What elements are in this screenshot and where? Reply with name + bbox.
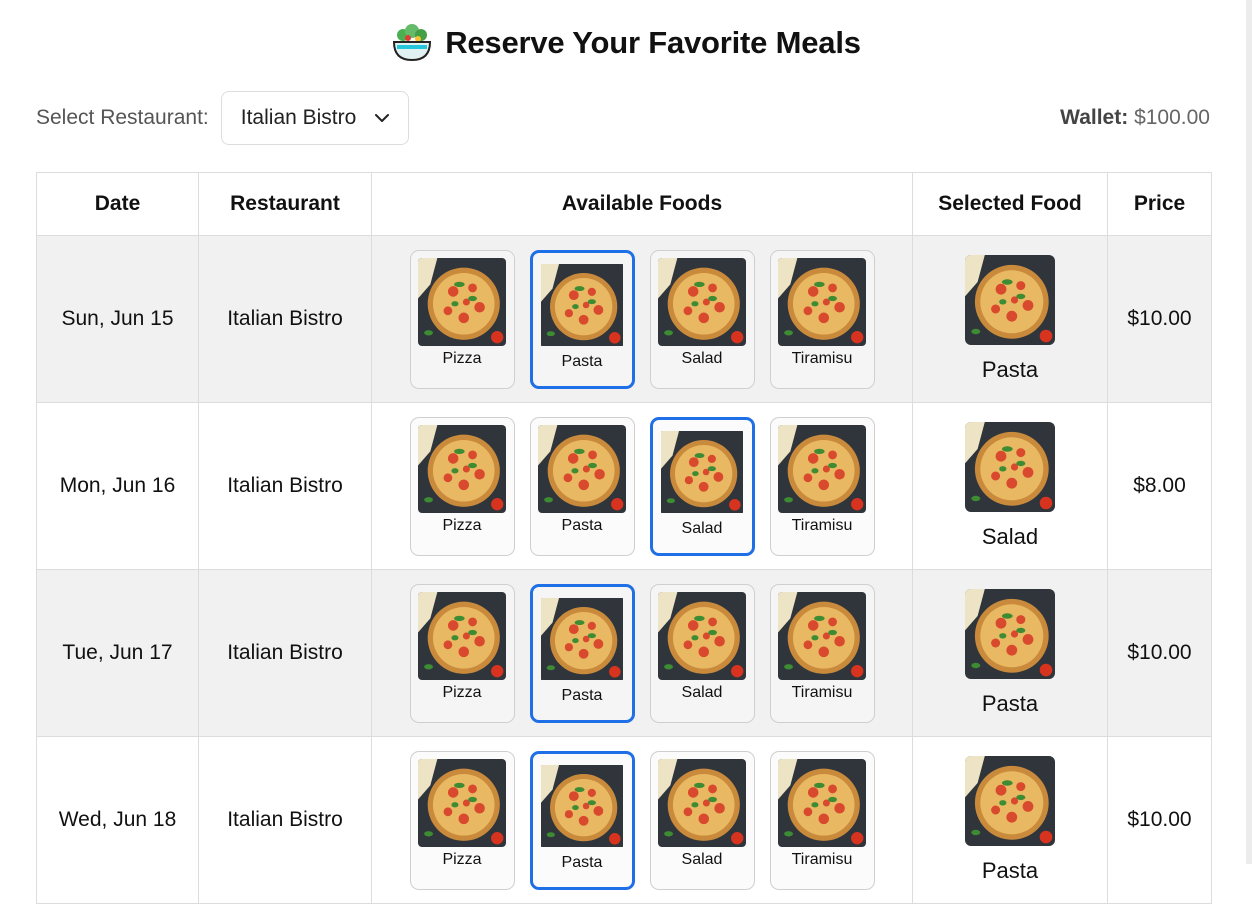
food-option-label: Pizza bbox=[442, 349, 482, 367]
food-option-label: Salad bbox=[681, 850, 723, 868]
selected-food-name: Salad bbox=[981, 524, 1039, 549]
page-header: Reserve Your Favorite Meals bbox=[0, 22, 1252, 69]
table-row: Tue, Jun 17 Italian Bistro Pizza Pasta S… bbox=[36, 569, 1212, 737]
page-title: Reserve Your Favorite Meals bbox=[445, 25, 861, 60]
food-option-tiramisu[interactable]: Tiramisu bbox=[769, 750, 875, 890]
food-option-pizza[interactable]: Pizza bbox=[409, 583, 515, 723]
food-option-pasta[interactable]: Pasta bbox=[529, 416, 635, 556]
reservations-table: Date Restaurant Available Foods Selected… bbox=[36, 172, 1212, 904]
food-option-salad[interactable]: Salad bbox=[649, 750, 755, 890]
food-option-pizza[interactable]: Pizza bbox=[409, 249, 515, 389]
restaurant-cell: Italian Bistro bbox=[198, 569, 372, 737]
selected-food-name: Pasta bbox=[981, 858, 1039, 883]
available-foods-cell: Pizza Pasta Salad Tiramisu bbox=[371, 402, 913, 570]
column-header-available-foods: Available Foods bbox=[371, 172, 913, 236]
column-header-date: Date bbox=[36, 172, 199, 236]
date-cell: Mon, Jun 16 bbox=[36, 402, 199, 570]
food-image bbox=[661, 428, 743, 516]
table-header-row: Date Restaurant Available Foods Selected… bbox=[36, 172, 1212, 236]
food-option-salad[interactable]: Salad bbox=[649, 583, 755, 723]
date-cell: Wed, Jun 18 bbox=[36, 736, 199, 904]
food-image bbox=[778, 258, 866, 346]
food-option-salad[interactable]: Salad bbox=[649, 416, 755, 556]
restaurant-cell: Italian Bistro bbox=[198, 402, 372, 570]
food-image bbox=[658, 258, 746, 346]
restaurant-select-value: Italian Bistro bbox=[240, 106, 357, 129]
food-option-salad[interactable]: Salad bbox=[649, 249, 755, 389]
food-option-label: Pasta bbox=[561, 352, 603, 370]
price-cell: $8.00 bbox=[1107, 402, 1212, 570]
food-option-label: Tiramisu bbox=[791, 516, 853, 534]
selected-food-image bbox=[965, 756, 1055, 846]
selected-food-image bbox=[965, 589, 1055, 679]
food-option-pizza[interactable]: Pizza bbox=[409, 750, 515, 890]
restaurant-cell: Italian Bistro bbox=[198, 235, 372, 403]
food-option-label: Tiramisu bbox=[791, 850, 853, 868]
food-option-label: Pasta bbox=[561, 516, 603, 534]
food-image bbox=[778, 425, 866, 513]
selected-food-cell: Salad bbox=[912, 402, 1108, 570]
restaurant-select[interactable]: Italian Bistro bbox=[220, 91, 410, 145]
food-image bbox=[538, 425, 626, 513]
food-option-pasta[interactable]: Pasta bbox=[529, 249, 635, 389]
selected-food-cell: Pasta bbox=[912, 736, 1108, 904]
price-cell: $10.00 bbox=[1107, 569, 1212, 737]
food-option-tiramisu[interactable]: Tiramisu bbox=[769, 416, 875, 556]
food-image bbox=[658, 759, 746, 847]
selected-food-image bbox=[965, 255, 1055, 345]
column-header-restaurant: Restaurant bbox=[198, 172, 372, 236]
food-option-pasta[interactable]: Pasta bbox=[529, 750, 635, 890]
available-foods-cell: Pizza Pasta Salad Tiramisu bbox=[371, 569, 913, 737]
food-option-tiramisu[interactable]: Tiramisu bbox=[769, 249, 875, 389]
price-cell: $10.00 bbox=[1107, 235, 1212, 403]
food-image bbox=[541, 595, 623, 683]
available-foods-cell: Pizza Pasta Salad Tiramisu bbox=[371, 736, 913, 904]
price-cell: $10.00 bbox=[1107, 736, 1212, 904]
controls-bar: Select Restaurant: Italian Bistro Wallet… bbox=[36, 90, 1210, 146]
scrollbar-track[interactable] bbox=[1246, 0, 1252, 864]
food-option-pasta[interactable]: Pasta bbox=[529, 583, 635, 723]
available-foods-cell: Pizza Pasta Salad Tiramisu bbox=[371, 235, 913, 403]
date-cell: Sun, Jun 15 bbox=[36, 235, 199, 403]
food-image bbox=[541, 762, 623, 850]
food-image bbox=[418, 759, 506, 847]
food-option-label: Pizza bbox=[442, 850, 482, 868]
food-option-tiramisu[interactable]: Tiramisu bbox=[769, 583, 875, 723]
wallet-value: $100.00 bbox=[1134, 106, 1210, 129]
food-option-label: Pizza bbox=[442, 516, 482, 534]
food-option-label: Pasta bbox=[561, 853, 603, 871]
table-row: Wed, Jun 18 Italian Bistro Pizza Pasta S… bbox=[36, 736, 1212, 904]
food-image bbox=[541, 261, 623, 349]
selected-food-cell: Pasta bbox=[912, 569, 1108, 737]
food-option-pizza[interactable]: Pizza bbox=[409, 416, 515, 556]
table-row: Sun, Jun 15 Italian Bistro Pizza Pasta S… bbox=[36, 235, 1212, 403]
selected-food-name: Pasta bbox=[981, 691, 1039, 716]
food-image bbox=[418, 592, 506, 680]
food-image bbox=[418, 425, 506, 513]
food-option-label: Salad bbox=[681, 519, 723, 537]
date-cell: Tue, Jun 17 bbox=[36, 569, 199, 737]
column-header-selected-food: Selected Food bbox=[912, 172, 1108, 236]
chevron-down-icon bbox=[375, 114, 390, 122]
food-option-label: Tiramisu bbox=[791, 349, 853, 367]
wallet-label: Wallet: bbox=[1060, 106, 1129, 129]
salad-bowl-icon bbox=[393, 24, 432, 62]
table-row: Mon, Jun 16 Italian Bistro Pizza Pasta S… bbox=[36, 402, 1212, 570]
food-image bbox=[778, 759, 866, 847]
column-header-price: Price bbox=[1107, 172, 1212, 236]
food-image bbox=[778, 592, 866, 680]
food-option-label: Tiramisu bbox=[791, 683, 853, 701]
selected-food-name: Pasta bbox=[981, 357, 1039, 382]
food-option-label: Salad bbox=[681, 683, 723, 701]
restaurant-cell: Italian Bistro bbox=[198, 736, 372, 904]
wallet-balance: Wallet: $100.00 bbox=[1060, 106, 1210, 130]
food-option-label: Pizza bbox=[442, 683, 482, 701]
restaurant-select-label: Select Restaurant: bbox=[36, 106, 209, 129]
food-option-label: Pasta bbox=[561, 686, 603, 704]
selected-food-image bbox=[965, 422, 1055, 512]
food-image bbox=[418, 258, 506, 346]
food-image bbox=[658, 592, 746, 680]
food-option-label: Salad bbox=[681, 349, 723, 367]
selected-food-cell: Pasta bbox=[912, 235, 1108, 403]
